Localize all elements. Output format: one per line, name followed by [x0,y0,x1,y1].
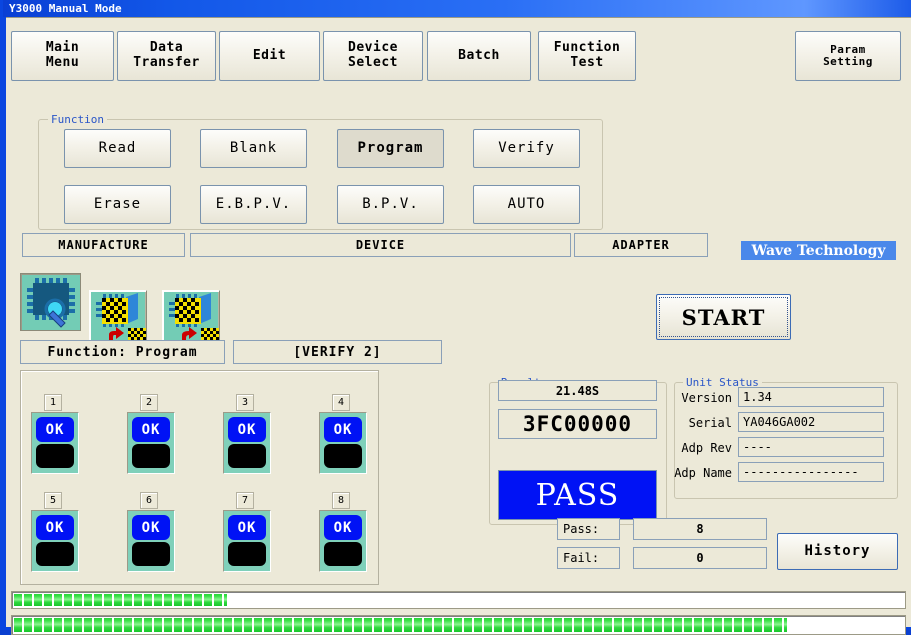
socket-display-1 [36,444,74,468]
function-program-button[interactable]: Program [337,129,444,168]
socket-display-5 [36,542,74,566]
function-test-button[interactable]: Function Test [538,31,636,81]
fail-counter-value: 0 [633,547,767,569]
start-button-label: START [681,304,766,330]
main-menu-button[interactable]: Main Menu [11,31,114,81]
socket-number-1: 1 [44,394,62,411]
socket-indicator-4[interactable]: OK [319,412,367,474]
edit-button[interactable]: Edit [219,31,320,81]
adp-name-label: Adp Name [674,466,732,480]
start-button[interactable]: START [656,294,791,340]
socket-status-5: OK [36,515,74,540]
result-verdict-badge: PASS [498,470,657,520]
socket-status-3: OK [228,417,266,442]
socket-display-4 [324,444,362,468]
manufacture-field[interactable]: MANUFACTURE [22,233,185,257]
data-transfer-button[interactable]: Data Transfer [117,31,216,81]
title-bar: Y3000 Manual Mode [3,0,911,17]
function-erase-button[interactable]: Erase [64,185,171,224]
batch-button[interactable]: Batch [427,31,531,81]
function-bpv-button[interactable]: B.P.V. [337,185,444,224]
socket-indicator-5[interactable]: OK [31,510,79,572]
verify-status-field: [VERIFY 2] [233,340,442,364]
socket-indicator-8[interactable]: OK [319,510,367,572]
socket-status-7: OK [228,515,266,540]
socket-number-6: 6 [140,492,158,509]
progress-bar-top [11,591,906,609]
socket-indicator-1[interactable]: OK [31,412,79,474]
param-setting-button[interactable]: Param Setting [795,31,901,81]
socket-status-8: OK [324,515,362,540]
socket-status-4: OK [324,417,362,442]
application-window: Y3000 Manual Mode Main Menu Data Transfe… [0,0,911,635]
chip-inspect-icon [27,278,75,328]
fail-counter-label: Fail: [557,547,620,569]
progress-bar-top-fill [14,594,228,606]
socket-status-6: OK [132,515,170,540]
function-verify-button[interactable]: Verify [473,129,580,168]
result-time-field: 21.48S [498,380,657,401]
serial-label: Serial [688,416,732,430]
socket-display-2 [132,444,170,468]
socket-status-1: OK [36,417,74,442]
adp-rev-field: ---- [738,437,884,457]
device-select-button[interactable]: Device Select [323,31,423,81]
socket-number-8: 8 [332,492,350,509]
function-read-button[interactable]: Read [64,129,171,168]
socket-display-7 [228,542,266,566]
function-auto-button[interactable]: AUTO [473,185,580,224]
chip-read-data-icon [96,293,146,345]
socket-number-2: 2 [140,394,158,411]
socket-status-2: OK [132,417,170,442]
wave-technology-logo: Wave Technology [741,241,896,260]
socket-indicator-6[interactable]: OK [127,510,175,572]
function-ebpv-button[interactable]: E.B.P.V. [200,185,307,224]
device-field[interactable]: DEVICE [190,233,571,257]
version-label: Version [681,391,732,405]
socket-display-6 [132,542,170,566]
socket-indicator-3[interactable]: OK [223,412,271,474]
socket-indicator-7[interactable]: OK [223,510,271,572]
client-area: Main Menu Data Transfer Edit Device Sele… [6,17,911,635]
result-checksum-field: 3FC00000 [498,409,657,439]
window-title: Y3000 Manual Mode [9,2,122,15]
socket-number-4: 4 [332,394,350,411]
chip-write-data-icon [169,293,219,345]
function-blank-button[interactable]: Blank [200,129,307,168]
adp-rev-label: Adp Rev [681,441,732,455]
socket-display-8 [324,542,362,566]
socket-indicator-2[interactable]: OK [127,412,175,474]
socket-number-5: 5 [44,492,62,509]
adp-name-field: ---------------- [738,462,884,482]
function-group-label: Function [48,114,107,125]
pass-counter-value: 8 [633,518,767,540]
socket-number-7: 7 [236,492,254,509]
serial-field: YA046GA002 [738,412,884,432]
pass-counter-label: Pass: [557,518,620,540]
chip-inspect-icon-button[interactable] [20,273,81,331]
history-button[interactable]: History [777,533,898,570]
socket-number-3: 3 [236,394,254,411]
version-field: 1.34 [738,387,884,407]
progress-bar-bottom [11,615,906,635]
socket-display-3 [228,444,266,468]
adapter-field[interactable]: ADAPTER [574,233,708,257]
current-function-field: Function: Program [20,340,225,364]
